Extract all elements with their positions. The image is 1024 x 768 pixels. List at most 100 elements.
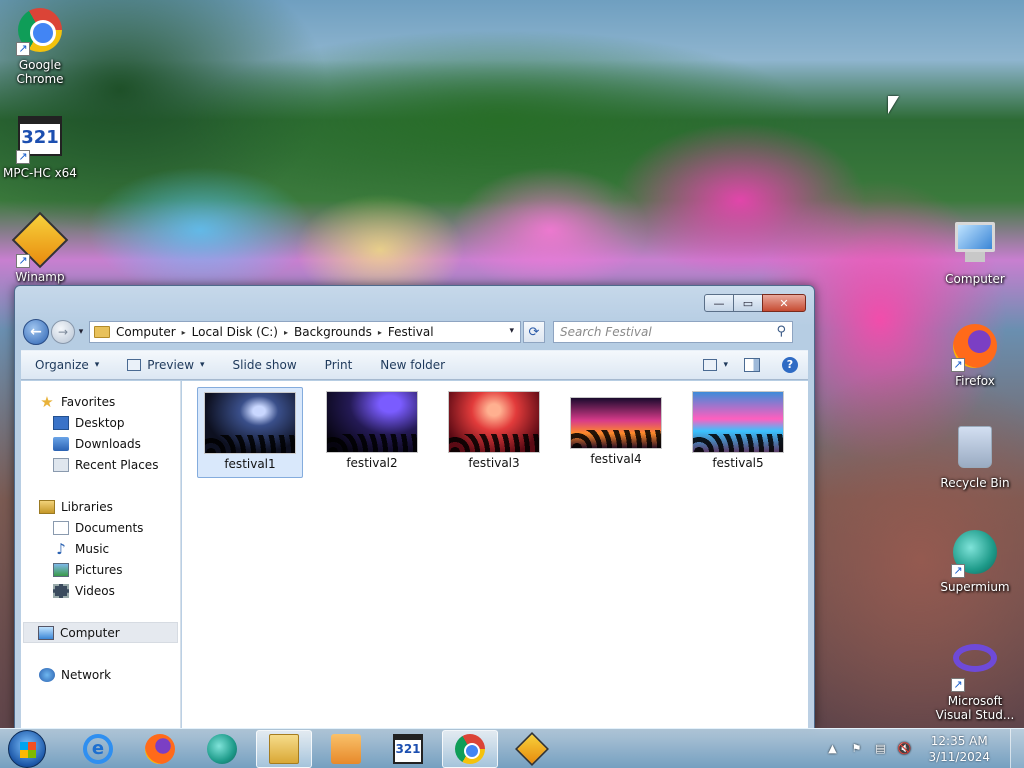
desktop-icon-computer[interactable]: Computer <box>935 218 1015 286</box>
documents-icon <box>53 520 69 535</box>
image-thumbnail <box>570 397 662 449</box>
taskbar-winamp[interactable] <box>504 730 560 768</box>
nav-documents[interactable]: Documents <box>21 517 180 538</box>
desktop-icon-mpc-hc[interactable]: 321 ↗ MPC-HC x64 <box>0 112 80 180</box>
desktop-icon-winamp[interactable]: ↗ Winamp <box>0 211 80 284</box>
network-icon[interactable]: ▤ <box>872 741 888 757</box>
action-center-flag-icon[interactable]: ⚑ <box>848 741 864 757</box>
desktop-icon-label: Winamp <box>15 270 65 284</box>
clock[interactable]: 12:35 AM 3/11/2024 <box>928 733 990 765</box>
address-dropdown-icon[interactable]: ▾ <box>509 326 514 336</box>
help-icon[interactable]: ? <box>782 357 798 373</box>
title-bar[interactable]: — ▭ ✕ <box>15 286 814 316</box>
nav-videos[interactable]: Videos <box>21 580 180 601</box>
taskbar-supermium[interactable] <box>194 730 250 768</box>
organize-button[interactable]: Organize ▾ <box>35 358 99 372</box>
file-item-festival1[interactable]: festival1 <box>197 387 303 478</box>
nav-pictures[interactable]: Pictures <box>21 559 180 580</box>
address-bar[interactable]: Computer ▸ Local Disk (C:) ▸ Backgrounds… <box>89 321 521 343</box>
minimize-button[interactable]: — <box>704 294 734 312</box>
print-label: Print <box>324 358 353 372</box>
taskbar-mpc-hc[interactable]: 321 <box>380 730 436 768</box>
chevron-down-icon: ▾ <box>94 360 100 370</box>
recent-pages-dropdown[interactable]: ▾ <box>75 327 87 337</box>
nav-label: Videos <box>75 583 115 598</box>
taskbar-firefox[interactable] <box>132 730 188 768</box>
firefox-icon: ↗ <box>951 324 999 372</box>
desktop-icon-recycle-bin[interactable]: Recycle Bin <box>935 424 1015 490</box>
desktop-icon-firefox[interactable]: ↗ Firefox <box>935 322 1015 388</box>
desktop-icon-visual-studio[interactable]: ↗ Microsoft Visual Stud... <box>935 634 1015 722</box>
nav-label: Recent Places <box>75 457 159 472</box>
navigation-pane: ★ Favorites Desktop Downloads Recent Plac… <box>21 381 181 728</box>
refresh-button[interactable]: ⟳ <box>523 321 545 343</box>
preview-label: Preview <box>147 358 195 372</box>
forward-button[interactable]: → <box>51 320 75 344</box>
file-item-festival3[interactable]: festival3 <box>441 387 547 478</box>
desktop-icon-label: Recycle Bin <box>940 476 1010 490</box>
show-desktop-button[interactable] <box>1010 729 1024 768</box>
folder-icon <box>269 733 299 764</box>
nav-recent-places[interactable]: Recent Places <box>21 454 180 475</box>
downloads-icon <box>53 436 69 451</box>
taskbar-internet-explorer[interactable]: e <box>70 730 126 768</box>
start-button[interactable] <box>8 729 46 768</box>
file-name: festival5 <box>712 456 764 470</box>
computer-icon <box>38 625 54 640</box>
desktop-icon-label: Supermium <box>940 580 1010 594</box>
search-icon[interactable]: ⚲ <box>776 324 786 339</box>
star-icon: ★ <box>40 392 54 411</box>
firefox-icon <box>145 733 175 764</box>
volume-muted-icon[interactable]: 🔇 <box>896 741 912 757</box>
nav-libraries[interactable]: Libraries <box>21 496 180 517</box>
print-button[interactable]: Print <box>325 358 353 372</box>
breadcrumb-backgrounds[interactable]: Backgrounds <box>294 325 372 339</box>
show-hidden-icons-icon[interactable]: ▲ <box>824 741 840 757</box>
image-thumbnail <box>204 392 296 454</box>
file-item-festival5[interactable]: festival5 <box>685 387 791 478</box>
breadcrumb-separator-icon[interactable]: ▸ <box>284 328 288 337</box>
breadcrumb-separator-icon[interactable]: ▸ <box>182 328 186 337</box>
mpc-hc-icon: 321 ↗ <box>16 116 64 164</box>
desktop-icon-supermium[interactable]: ↗ Supermium <box>935 528 1015 594</box>
nav-music[interactable]: ♪ Music <box>21 538 180 559</box>
network-icon <box>39 667 55 682</box>
file-item-festival4[interactable]: festival4 <box>563 387 669 478</box>
change-view-icon[interactable] <box>703 359 718 371</box>
breadcrumb-computer[interactable]: Computer <box>116 325 176 339</box>
nav-label: Libraries <box>61 499 113 514</box>
recent-places-icon <box>53 457 69 472</box>
desktop-icon-google-chrome[interactable]: ↗ Google Chrome <box>0 6 80 86</box>
nav-downloads[interactable]: Downloads <box>21 433 180 454</box>
nav-computer[interactable]: Computer <box>23 622 178 643</box>
preview-pane-icon[interactable] <box>744 358 760 372</box>
computer-icon <box>951 222 999 270</box>
nav-favorites[interactable]: ★ Favorites <box>21 391 180 412</box>
mpc-hc-icon: 321 <box>393 733 423 764</box>
file-name: festival3 <box>468 456 520 470</box>
organize-label: Organize <box>35 358 89 372</box>
nav-desktop[interactable]: Desktop <box>21 412 180 433</box>
file-item-festival2[interactable]: festival2 <box>319 387 425 478</box>
back-button[interactable]: ← <box>23 319 49 345</box>
breadcrumb-festival[interactable]: Festival <box>388 325 434 339</box>
desktop-icon-label: Microsoft Visual Stud... <box>935 694 1015 722</box>
taskbar-chrome[interactable] <box>442 729 498 768</box>
preview-button[interactable]: Preview ▾ <box>127 358 205 372</box>
new-folder-button[interactable]: New folder <box>380 358 445 372</box>
taskbar-windows-explorer[interactable] <box>256 729 312 768</box>
slideshow-label: Slide show <box>232 358 297 372</box>
chevron-down-icon[interactable]: ▾ <box>723 360 728 370</box>
maximize-button[interactable]: ▭ <box>733 294 763 312</box>
supermium-icon <box>207 733 237 764</box>
mouse-cursor <box>888 96 899 114</box>
breadcrumb-separator-icon[interactable]: ▸ <box>378 328 382 337</box>
file-list: festival1 festival2 festival3 festival4 … <box>182 381 808 728</box>
breadcrumb-local-disk[interactable]: Local Disk (C:) <box>192 325 278 339</box>
taskbar-media-player[interactable] <box>318 730 374 768</box>
image-thumbnail <box>448 391 540 453</box>
nav-network[interactable]: Network <box>21 664 180 685</box>
slideshow-button[interactable]: Slide show <box>233 358 297 372</box>
close-button[interactable]: ✕ <box>762 294 806 312</box>
search-input[interactable]: Search Festival ⚲ <box>553 321 793 343</box>
